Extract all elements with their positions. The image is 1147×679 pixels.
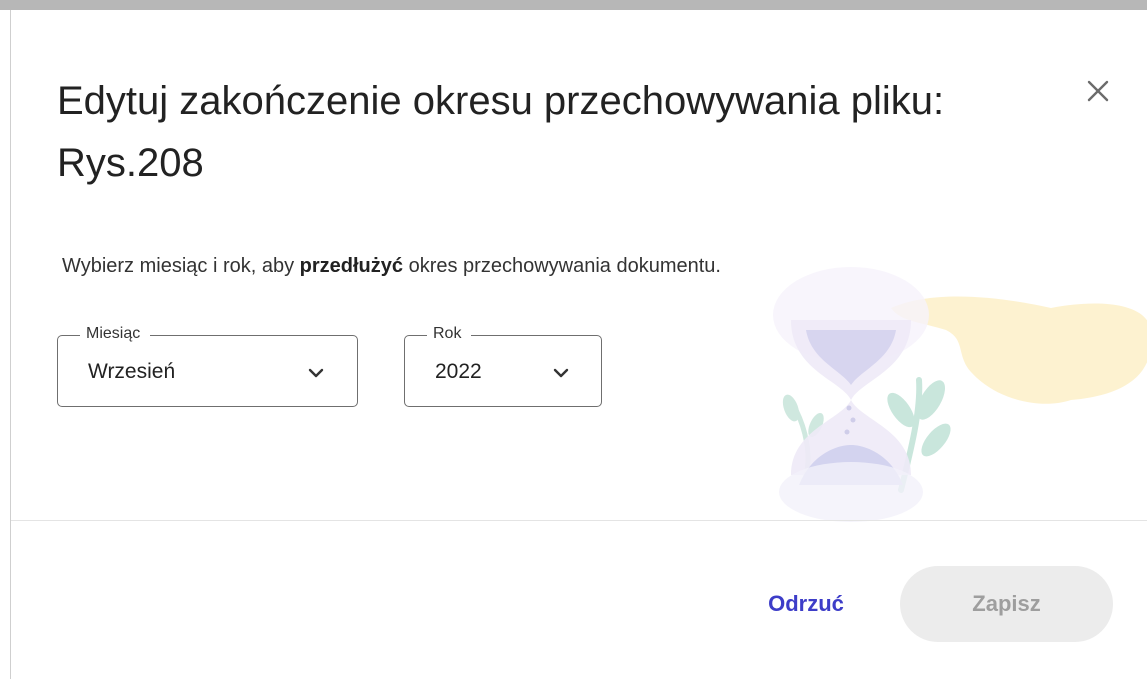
month-select-label: Miesiąc [80,323,151,345]
month-select-value: Wrzesień [88,360,176,383]
hourglass-illustration [773,267,1147,522]
description-emphasis: przedłużyć [299,255,404,277]
top-border-strip [0,0,1147,10]
year-select-label: Rok [427,323,472,345]
dialog-description: Wybierz miesiąc i rok, aby przedłużyć ok… [62,255,721,278]
footer-divider [11,520,1147,521]
year-select[interactable]: Rok 2022 [404,323,602,407]
description-text-end: okres przechowywania dokumentu. [403,255,721,277]
discard-button[interactable]: Odrzuć [751,582,861,626]
chevron-down-icon [553,368,569,378]
close-icon [1087,80,1109,102]
description-text: Wybierz miesiąc i rok, aby [62,255,300,277]
edit-retention-dialog: Edytuj zakończenie okresu przechowywania… [10,10,1147,679]
month-select[interactable]: Miesiąc Wrzesień [57,323,358,407]
close-button[interactable] [1083,76,1113,106]
dialog-title: Edytuj zakończenie okresu przechowywania… [57,79,945,185]
chevron-down-icon [308,368,324,378]
save-button[interactable]: Zapisz [900,566,1113,642]
year-select-value: 2022 [435,360,482,383]
